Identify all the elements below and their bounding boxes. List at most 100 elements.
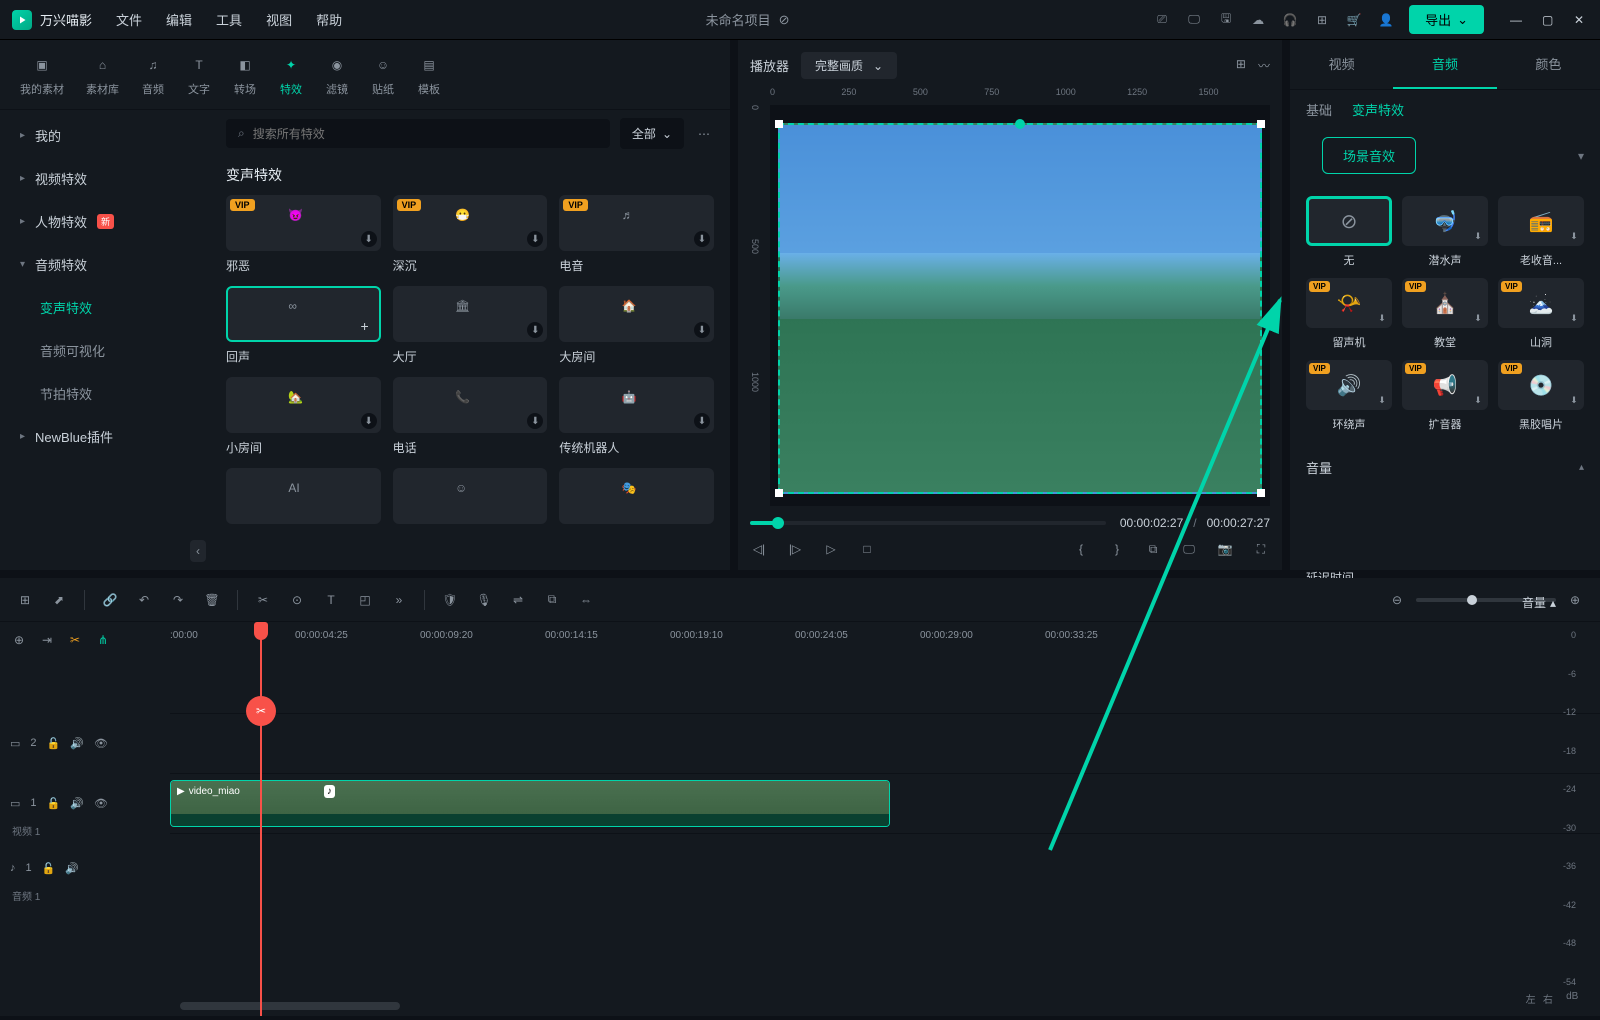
tab-stock[interactable]: ⌂素材库 (86, 53, 119, 97)
sidebar-item-voice-change[interactable]: 变声特效 (0, 286, 210, 329)
effect-thumb[interactable]: VIP😈⬇ (226, 195, 381, 251)
effect-thumb[interactable]: ☺ (393, 468, 548, 524)
handle-bottom-left[interactable] (775, 489, 783, 497)
add-track-icon[interactable]: ⊕ (10, 631, 28, 649)
device-icon[interactable]: ⎚ (1153, 11, 1171, 29)
shield-icon[interactable]: 🛡 (441, 591, 459, 609)
snapshot-button[interactable]: 📷 (1216, 540, 1234, 558)
tab-audio-props[interactable]: 音频 (1393, 40, 1496, 89)
next-frame-button[interactable]: |▷ (786, 540, 804, 558)
sidebar-item-video-fx[interactable]: ▸视频特效 (0, 157, 210, 200)
zoom-knob[interactable] (1467, 595, 1477, 605)
user-icon[interactable]: 👤 (1377, 11, 1395, 29)
volume-section-title[interactable]: 音量▴ (1306, 458, 1584, 477)
preset-thumb[interactable]: VIP📢⬇ (1402, 360, 1488, 410)
timeline-ruler[interactable]: :00:0000:00:04:2500:00:09:2000:00:14:150… (170, 622, 1600, 658)
subtab-basic[interactable]: 基础 (1306, 100, 1332, 119)
download-icon[interactable]: ⬇ (694, 413, 710, 429)
save-icon[interactable]: 🖫 (1217, 11, 1235, 29)
effect-thumb[interactable]: AI (226, 468, 381, 524)
tab-filters[interactable]: ◉滤镜 (325, 53, 349, 97)
undo-button[interactable]: ↶ (135, 591, 153, 609)
crop-tool[interactable]: ◰ (356, 591, 374, 609)
sidebar-item-audio-fx[interactable]: ▾音频特效 (0, 243, 210, 286)
waveform-icon[interactable]: 〰 (1258, 57, 1270, 74)
download-icon[interactable]: ⬇ (527, 231, 543, 247)
download-icon[interactable]: ⬇ (1567, 311, 1581, 325)
monitor-icon[interactable]: 🖵 (1185, 11, 1203, 29)
video-frame[interactable] (778, 123, 1262, 494)
track-audio1[interactable] (170, 833, 1600, 893)
tab-color-props[interactable]: 颜色 (1497, 40, 1600, 89)
preset-thumb[interactable]: 🤿⬇ (1402, 196, 1488, 246)
zoom-out-button[interactable]: ⊖ (1388, 591, 1406, 609)
track-head-video2[interactable]: ▭2 🔓🔊👁 (0, 713, 170, 773)
preview-canvas[interactable] (770, 105, 1270, 506)
download-icon[interactable]: ⬇ (527, 413, 543, 429)
download-icon[interactable]: ⬇ (1567, 393, 1581, 407)
cart-icon[interactable]: 🛒 (1345, 11, 1363, 29)
subtab-voice-fx[interactable]: 变声特效 (1352, 100, 1404, 119)
screen-icon[interactable]: 🖵 (1180, 540, 1198, 558)
effect-thumb[interactable]: ∞+ (226, 286, 381, 342)
text-tool[interactable]: T (322, 591, 340, 609)
lock-icon[interactable]: 🔓 (47, 737, 61, 750)
lock-icon[interactable]: 🔓 (42, 862, 56, 875)
download-icon[interactable]: ⬇ (694, 231, 710, 247)
close-button[interactable]: ✕ (1574, 13, 1588, 27)
video-clip[interactable]: ▶video_miao♪ (170, 780, 890, 827)
download-icon[interactable]: ⬇ (1375, 393, 1389, 407)
search-input[interactable] (253, 127, 598, 141)
handle-bottom-right[interactable] (1257, 489, 1265, 497)
effect-thumb[interactable]: 🤖⬇ (559, 377, 714, 433)
chevron-down-icon[interactable]: ▾ (1578, 149, 1584, 163)
import-icon[interactable]: ⇥ (38, 631, 56, 649)
visible-icon[interactable]: 👁 (94, 737, 108, 750)
download-icon[interactable]: ⬇ (527, 322, 543, 338)
effect-thumb[interactable]: 🏡⬇ (226, 377, 381, 433)
sidebar-item-beat-fx[interactable]: 节拍特效 (0, 372, 210, 415)
tab-audio[interactable]: ♫音频 (141, 53, 165, 97)
preset-thumb[interactable]: VIP🗻⬇ (1498, 278, 1584, 328)
tab-video-props[interactable]: 视频 (1290, 40, 1393, 89)
scene-audio-button[interactable]: 场景音效 (1322, 137, 1416, 174)
preset-thumb[interactable]: VIP🔊⬇ (1306, 360, 1392, 410)
tab-effects[interactable]: ✦特效 (279, 53, 303, 97)
lock-icon[interactable]: 🔓 (47, 797, 61, 810)
filter-select[interactable]: 全部⌄ (620, 118, 684, 149)
effect-thumb[interactable]: VIP😷⬇ (393, 195, 548, 251)
timeline-scrollbar[interactable] (180, 1002, 400, 1010)
mute-icon[interactable]: 🔊 (70, 737, 84, 750)
mic-icon[interactable]: 🎙 (475, 591, 493, 609)
handle-top-left[interactable] (775, 120, 783, 128)
mute-icon[interactable]: 🔊 (70, 797, 84, 810)
tab-stickers[interactable]: ☺贴纸 (371, 53, 395, 97)
download-icon[interactable]: ⬇ (1471, 311, 1485, 325)
track-video2[interactable] (170, 713, 1600, 773)
crop-button[interactable]: ⧉ (1144, 540, 1162, 558)
preset-thumb[interactable]: VIP💿⬇ (1498, 360, 1584, 410)
more-button[interactable]: ⋯ (694, 123, 714, 145)
preset-thumb[interactable]: VIP📯⬇ (1306, 278, 1392, 328)
tab-text[interactable]: T文字 (187, 53, 211, 97)
preset-thumb[interactable]: 📻⬇ (1498, 196, 1584, 246)
menu-file[interactable]: 文件 (116, 10, 142, 29)
fullscreen-button[interactable]: ⛶ (1252, 540, 1270, 558)
mute-icon[interactable]: 🔊 (65, 862, 79, 875)
effect-thumb[interactable]: 🏛⬇ (393, 286, 548, 342)
download-icon[interactable]: ⬇ (1471, 229, 1485, 243)
progress-bar[interactable] (750, 521, 1106, 525)
layout-icon[interactable]: ⊞ (16, 591, 34, 609)
mark-out-button[interactable]: } (1108, 540, 1126, 558)
quality-select[interactable]: 完整画质⌄ (801, 52, 897, 79)
export-button[interactable]: 导出⌄ (1409, 5, 1484, 34)
download-icon[interactable]: ⬇ (1375, 311, 1389, 325)
effect-thumb[interactable]: VIP♬⬇ (559, 195, 714, 251)
download-icon[interactable]: ⬇ (694, 322, 710, 338)
menu-edit[interactable]: 编辑 (166, 10, 192, 29)
fit-icon[interactable]: ⇔ (577, 591, 595, 609)
sidebar-item-mine[interactable]: ▸我的 (0, 114, 210, 157)
pointer-tool[interactable]: ⬈ (50, 591, 68, 609)
headphone-icon[interactable]: 🎧 (1281, 11, 1299, 29)
sidebar-collapse-button[interactable]: ‹ (190, 540, 206, 562)
